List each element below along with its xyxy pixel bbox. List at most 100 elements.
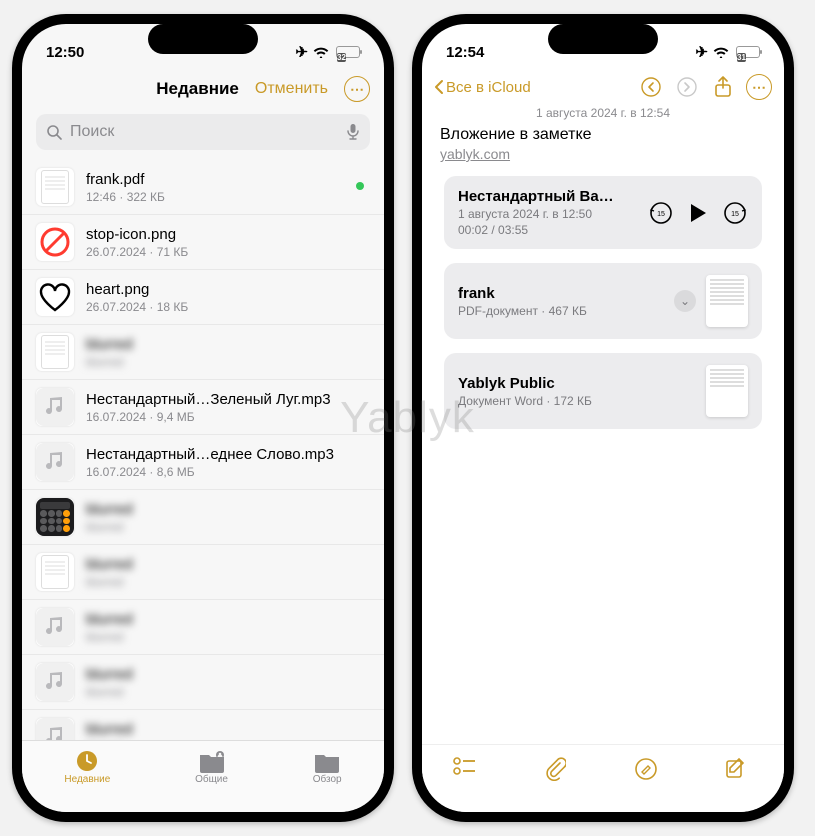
note-link[interactable]: yablyk.com [440, 146, 766, 162]
forward-15-icon[interactable]: 15 [722, 200, 748, 226]
bottom-toolbar [422, 744, 784, 812]
file-meta: blurred [86, 740, 370, 741]
doc-icon [36, 553, 74, 591]
doc-icon [36, 333, 74, 371]
attachment-word[interactable]: Yablyk Public Документ Word · 172 КБ [444, 353, 762, 429]
search-field[interactable]: Поиск [36, 114, 370, 150]
attach-button[interactable] [544, 757, 572, 781]
status-time: 12:54 [446, 44, 484, 61]
play-icon[interactable] [688, 202, 708, 224]
attachment-audio[interactable]: Нестандартный Ва… 1 августа 2024 г. в 12… [444, 176, 762, 249]
tab-общие[interactable]: Общие [195, 749, 228, 785]
search-placeholder: Поиск [70, 123, 338, 141]
file-row[interactable]: blurred blurred [22, 490, 384, 545]
back-label: Все в iCloud [446, 79, 531, 96]
doc-icon [36, 168, 74, 206]
new-indicator [356, 182, 364, 190]
attachment-name: frank [458, 285, 664, 302]
tab-недавние[interactable]: Недавние [64, 749, 110, 785]
compose-button[interactable] [725, 757, 753, 779]
cancel-button[interactable]: Отменить [255, 80, 328, 98]
share-button[interactable] [710, 74, 736, 100]
file-name: Нестандартный…Зеленый Луг.mp3 [86, 391, 370, 408]
airplane-icon: ✈︎ [695, 43, 708, 61]
file-name: blurred [86, 611, 370, 628]
note-date: 1 августа 2024 г. в 12:54 [422, 106, 784, 126]
file-name: blurred [86, 501, 370, 518]
attachment-meta: 1 августа 2024 г. в 12:50 [458, 207, 638, 221]
file-row[interactable]: blurred blurred [22, 325, 384, 380]
file-row[interactable]: heart.png 26.07.2024 · 18 КБ [22, 270, 384, 325]
battery-icon: 31 [734, 46, 760, 58]
file-name: stop-icon.png [86, 226, 370, 243]
file-row[interactable]: blurred blurred [22, 545, 384, 600]
tab-label: Общие [195, 774, 228, 785]
svg-text:15: 15 [731, 211, 739, 218]
file-meta: blurred [86, 575, 370, 589]
file-row[interactable]: Нестандартный…еднее Слово.mp3 16.07.2024… [22, 435, 384, 490]
attachment-meta: Документ Word · 172 КБ [458, 394, 696, 408]
more-button[interactable]: ⋯ [344, 76, 370, 102]
chevron-down-icon[interactable]: ⌄ [674, 290, 696, 312]
tab-label: Обзор [313, 774, 342, 785]
phone-right-notes: 12:54 ✈︎ 31 Все в iCloud ⋯ 1 августа 202… [412, 14, 794, 822]
phone-left-files: 12:50 ✈︎ 32 Недавние Отменить ⋯ Поиск fr… [12, 14, 394, 822]
dynamic-island [148, 24, 258, 54]
rewind-15-icon[interactable]: 15 [648, 200, 674, 226]
note-title: Вложение в заметке [440, 126, 766, 144]
attachment-pdf[interactable]: frank PDF-документ · 467 КБ ⌄ [444, 263, 762, 339]
music-icon [36, 443, 74, 481]
doc-thumbnail [706, 275, 748, 327]
note-content[interactable]: Вложение в заметке yablyk.com Нестандарт… [422, 126, 784, 429]
music-icon [36, 663, 74, 701]
search-icon [46, 124, 62, 140]
file-row[interactable]: blurred blurred [22, 600, 384, 655]
attachment-meta: PDF-документ · 467 КБ [458, 304, 664, 318]
attachment-time: 00:02 / 03:55 [458, 223, 638, 237]
file-row[interactable]: frank.pdf 12:46 · 322 КБ [22, 160, 384, 215]
tab-icon [198, 749, 226, 773]
attachment-name: Yablyk Public [458, 375, 696, 392]
wifi-icon [313, 46, 329, 58]
doc-thumbnail [706, 365, 748, 417]
file-row[interactable]: Нестандартный…Зеленый Луг.mp3 16.07.2024… [22, 380, 384, 435]
tab-bar: Недавние Общие Обзор [22, 740, 384, 812]
tab-обзор[interactable]: Обзор [313, 749, 342, 785]
file-meta: blurred [86, 685, 370, 699]
checklist-button[interactable] [453, 757, 481, 777]
mic-icon[interactable] [346, 123, 360, 141]
more-button[interactable]: ⋯ [746, 74, 772, 100]
file-name: blurred [86, 721, 370, 738]
draw-button[interactable] [634, 757, 662, 781]
file-list: frank.pdf 12:46 · 322 КБ stop-icon.png 2… [22, 160, 384, 740]
calc-icon [36, 498, 74, 536]
airplane-icon: ✈︎ [295, 43, 308, 61]
redo-button [674, 74, 700, 100]
dynamic-island [548, 24, 658, 54]
music-icon [36, 388, 74, 426]
music-icon [36, 608, 74, 646]
file-meta: blurred [86, 520, 370, 534]
stop-icon [36, 223, 74, 261]
file-name: frank.pdf [86, 171, 370, 188]
file-meta: blurred [86, 355, 370, 369]
wifi-icon [713, 46, 729, 58]
file-row[interactable]: stop-icon.png 26.07.2024 · 71 КБ [22, 215, 384, 270]
file-meta: 16.07.2024 · 8,6 МБ [86, 465, 370, 479]
undo-button[interactable] [638, 74, 664, 100]
tab-icon [313, 749, 341, 773]
file-name: Нестандартный…еднее Слово.mp3 [86, 446, 370, 463]
file-name: blurred [86, 556, 370, 573]
file-meta: blurred [86, 630, 370, 644]
file-row[interactable]: blurred blurred [22, 710, 384, 740]
file-meta: 12:46 · 322 КБ [86, 190, 370, 204]
attachment-name: Нестандартный Ва… [458, 188, 638, 205]
file-row[interactable]: blurred blurred [22, 655, 384, 710]
tab-label: Недавние [64, 774, 110, 785]
back-button[interactable]: Все в iCloud [434, 79, 531, 96]
battery-icon: 32 [334, 46, 360, 58]
heart-icon [36, 278, 74, 316]
header-title: Недавние [156, 79, 239, 99]
file-meta: 26.07.2024 · 71 КБ [86, 245, 370, 259]
svg-text:15: 15 [657, 211, 665, 218]
